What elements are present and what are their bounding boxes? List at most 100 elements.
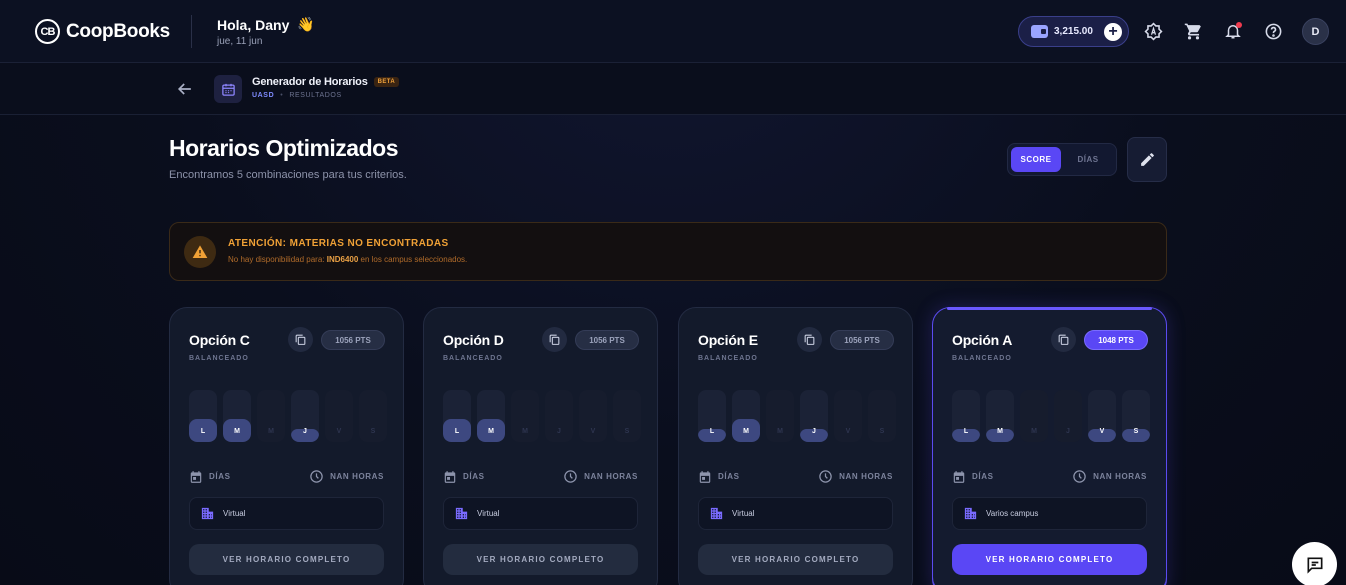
day-label: S [879,428,885,435]
day-label: M [997,428,1003,435]
weekday-chart: LMMJVS [952,390,1150,442]
wallet-amount: 3,215.00 [1054,26,1093,37]
section-title: Generador de Horarios [252,76,368,88]
day-indicator: V [834,390,862,442]
view-full-schedule-button[interactable]: VER HORARIO COMPLETO [698,544,893,575]
campus-info: Virtual [698,497,893,530]
schedule-option-card[interactable]: Opción E BALANCEADO 1056 PTS L M M J V S DÍAS NAN … [678,307,913,585]
day-indicator: J [545,390,573,442]
day-label: S [624,428,630,435]
day-indicator: L [698,390,726,442]
page-title: Horarios Optimizados [169,135,398,161]
day-indicator: V [579,390,607,442]
campus-label: Virtual [223,509,246,518]
breadcrumb-current: RESULTADOS [289,92,342,99]
clock-icon [1073,470,1086,483]
day-label: S [370,428,376,435]
weekday-chart: LMMJVS [189,390,387,442]
days-stat: DÍAS [189,470,231,484]
cart-icon[interactable] [1183,21,1203,41]
day-indicator: M [257,390,285,442]
hours-stat: NAN HORAS [818,469,893,484]
campus-info: Virtual [189,497,384,530]
days-stat: DÍAS [443,470,485,484]
sort-days-button[interactable]: DÍAS [1063,147,1113,172]
option-title: Opción E [698,332,758,348]
campus-label: Varios campus [986,509,1039,518]
day-indicator: S [613,390,641,442]
bell-icon[interactable] [1223,21,1243,41]
day-label: L [709,428,715,435]
day-indicator: J [1054,390,1082,442]
wallet-balance[interactable]: 3,215.00 + [1018,16,1129,47]
copy-icon[interactable] [1051,327,1076,352]
day-label: J [812,428,816,435]
page-subtitle: Encontramos 5 combinaciones para tus cri… [169,169,407,181]
weekday-chart: LMMJVS [698,390,896,442]
header-divider [191,15,192,48]
schedule-option-card[interactable]: Opción C BALANCEADO 1056 PTS L M M J V S DÍAS NAN … [169,307,404,585]
building-icon [710,507,723,520]
day-label: S [1133,428,1139,435]
view-full-schedule-button[interactable]: VER HORARIO COMPLETO [443,544,638,575]
day-label: L [454,428,460,435]
greeting: Hola, Dany 👋 jue, 11 jun [217,16,315,47]
clock-icon [564,470,577,483]
theme-icon[interactable] [1143,21,1163,41]
day-indicator: V [1088,390,1116,442]
wallet-icon [1031,25,1048,38]
day-indicator: M [1020,390,1048,442]
breadcrumb-university[interactable]: UASD [252,92,274,99]
back-arrow-icon[interactable] [175,79,195,99]
chat-button[interactable] [1292,542,1337,585]
breadcrumb: UASD • RESULTADOS [252,92,342,99]
day-indicator: S [868,390,896,442]
calendar-icon [214,75,242,103]
day-label: L [963,428,969,435]
add-funds-button[interactable]: + [1104,22,1122,41]
sort-score-button[interactable]: SCORE [1011,147,1061,172]
missing-course-code: IND6400 [326,255,359,264]
warning-banner: ATENCIÓN: MATERIAS NO ENCONTRADAS No hay… [169,222,1167,281]
score-badge: 1048 PTS [1084,330,1148,350]
help-icon[interactable] [1263,21,1283,41]
option-title: Opción C [189,332,250,348]
schedule-option-card[interactable]: Opción A BALANCEADO 1048 PTS L M M J V S DÍAS NAN … [932,307,1167,585]
day-indicator: L [189,390,217,442]
option-title: Opción D [443,332,504,348]
day-indicator: M [766,390,794,442]
days-stat: DÍAS [698,470,740,484]
current-date: jue, 11 jun [217,36,263,47]
campus-label: Virtual [732,509,755,518]
day-indicator: J [800,390,828,442]
sort-toggle: SCORE DÍAS [1007,143,1117,176]
hours-stat: NAN HORAS [563,469,638,484]
copy-icon[interactable] [542,327,567,352]
day-label: V [1099,428,1105,435]
day-label: M [268,428,274,435]
building-icon [455,507,468,520]
view-full-schedule-button[interactable]: VER HORARIO COMPLETO [189,544,384,575]
day-indicator: M [511,390,539,442]
day-label: V [336,428,342,435]
logo-icon: CB [35,19,60,44]
day-label: M [743,428,749,435]
schedule-option-card[interactable]: Opción D BALANCEADO 1056 PTS L M M J V S DÍAS NAN … [423,307,658,585]
copy-icon[interactable] [797,327,822,352]
day-label: M [1031,428,1037,435]
building-icon [201,507,214,520]
day-indicator: S [1122,390,1150,442]
day-indicator: V [325,390,353,442]
app-name: CoopBooks [66,20,170,42]
day-indicator: L [443,390,471,442]
day-indicator: M [986,390,1014,442]
app-logo[interactable]: CB CoopBooks [35,19,170,44]
chat-icon [1307,557,1322,574]
warning-title: ATENCIÓN: MATERIAS NO ENCONTRADAS [228,238,449,249]
edit-criteria-button[interactable] [1127,137,1167,182]
day-label: J [557,428,561,435]
day-indicator: S [359,390,387,442]
view-full-schedule-button[interactable]: VER HORARIO COMPLETO [952,544,1147,575]
copy-icon[interactable] [288,327,313,352]
avatar[interactable]: D [1302,18,1329,45]
